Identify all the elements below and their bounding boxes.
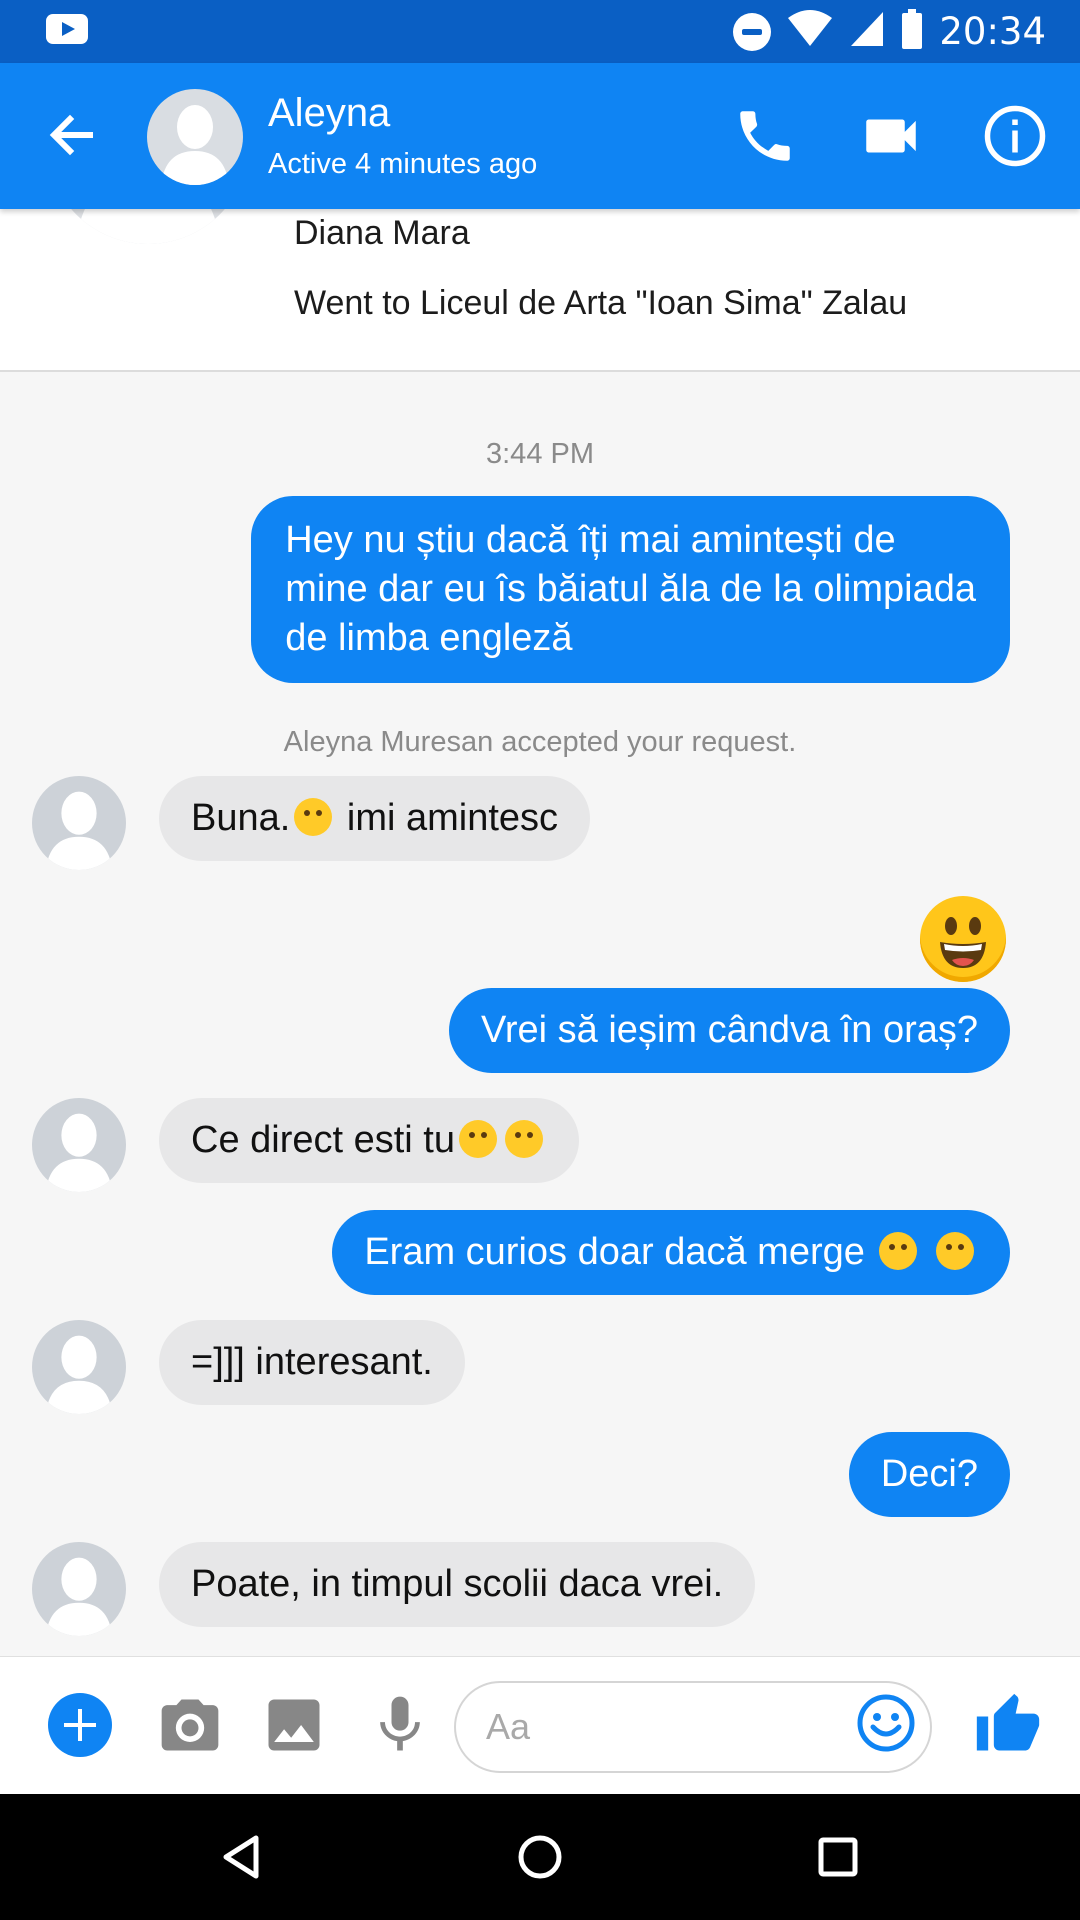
nav-back-button[interactable]: [208, 1824, 274, 1890]
emoji-button[interactable]: [856, 1693, 916, 1753]
tears-of-joy-emoji-icon: [459, 1120, 497, 1158]
clock: 20:34: [939, 10, 1046, 53]
voice-message-button[interactable]: [366, 1691, 434, 1759]
winking-emoji-icon: [936, 1232, 974, 1270]
message-text: Eram curios doar dacă merge: [364, 1231, 876, 1273]
plus-icon: [48, 1693, 112, 1757]
contact-name[interactable]: Aleyna: [268, 91, 390, 136]
request-accepted-note: Aleyna Muresan accepted your request.: [283, 726, 797, 758]
nav-home-button[interactable]: [507, 1824, 573, 1890]
microphone-icon: [380, 1696, 420, 1751]
back-arrow-icon: [49, 114, 93, 156]
system-navigation-bar: [0, 1794, 1080, 1920]
outgoing-message[interactable]: Vrei să ieșim cândva în oraș?: [448, 988, 1010, 1073]
person-silhouette-icon: [45, 1335, 113, 1414]
image-icon: [268, 1699, 320, 1751]
sender-avatar[interactable]: [32, 1542, 126, 1636]
battery-icon: [901, 9, 923, 54]
nav-recents-button[interactable]: [805, 1824, 871, 1890]
circle-home-icon: [518, 1835, 562, 1879]
person-silhouette-icon: [45, 1557, 113, 1636]
phone-icon: [740, 111, 790, 161]
winking-emoji-icon: [879, 1232, 918, 1270]
square-recents-icon: [818, 1837, 858, 1877]
message-line: Hey nu știu dacă îți mai amintești de: [285, 519, 896, 561]
back-button[interactable]: [40, 103, 104, 167]
person-silhouette-icon: [161, 105, 229, 185]
conversation-info-button[interactable]: [982, 103, 1048, 169]
school-text: Went to Liceul de Arta "Ioan Sima" Zalau: [294, 284, 908, 322]
contact-status: Active 4 minutes ago: [268, 148, 538, 180]
contact-avatar[interactable]: [147, 89, 243, 185]
info-icon: [984, 105, 1046, 167]
do-not-disturb-icon: [733, 12, 772, 51]
message-line: de limba engleză: [285, 617, 573, 659]
sender-avatar[interactable]: [32, 776, 126, 870]
signal-icon: [849, 10, 885, 53]
timestamp-divider: 3:44 PM: [486, 438, 594, 470]
gallery-button[interactable]: [260, 1691, 328, 1759]
message-text: imi amintesc: [336, 797, 559, 839]
incoming-message[interactable]: Poate, in timpul scolii daca vrei.: [159, 1542, 756, 1627]
person-silhouette-icon: [45, 791, 113, 870]
tears-of-joy-emoji-icon: [505, 1120, 543, 1158]
status-icons: 20:34: [717, 0, 1046, 63]
incoming-message[interactable]: Buna. imi amintesc: [159, 776, 591, 861]
message-text: Ce direct esti tu: [191, 1119, 455, 1161]
more-actions-button[interactable]: [46, 1691, 114, 1759]
camera-icon: [161, 1699, 219, 1751]
message-line: mine dar eu îs băiatul ăla de la olimpia…: [285, 568, 976, 610]
video-camera-icon: [866, 119, 916, 153]
video-call-button[interactable]: [858, 103, 924, 169]
like-button[interactable]: [974, 1691, 1042, 1759]
outgoing-message[interactable]: Deci?: [848, 1432, 1010, 1517]
incoming-message[interactable]: Ce direct esti tu: [159, 1098, 579, 1183]
outgoing-message[interactable]: Eram curios doar dacă merge: [332, 1210, 1010, 1295]
thumbs-up-icon: [976, 1693, 1040, 1751]
message-composer: [0, 1656, 1080, 1794]
conversation-header: Aleyna Active 4 minutes ago: [0, 63, 1080, 209]
smiley-face-icon: [857, 1694, 915, 1752]
status-bar: 20:34: [0, 0, 1080, 63]
grinning-emoji-icon[interactable]: [920, 896, 1006, 982]
outgoing-message[interactable]: Hey nu știu dacă îți mai amintești de mi…: [251, 496, 1010, 683]
wifi-icon: [787, 10, 833, 53]
sender-avatar[interactable]: [32, 1098, 126, 1192]
person-silhouette-icon: [45, 1113, 113, 1192]
triangle-back-icon: [223, 1835, 259, 1879]
message-text: Buna.: [191, 797, 291, 839]
camera-button[interactable]: [156, 1691, 224, 1759]
youtube-notification-icon: [46, 14, 88, 44]
smiling-emoji-icon: [294, 798, 333, 836]
sender-avatar[interactable]: [32, 1320, 126, 1414]
voice-call-button[interactable]: [732, 103, 798, 169]
incoming-message[interactable]: =]]] interesant.: [159, 1320, 465, 1405]
